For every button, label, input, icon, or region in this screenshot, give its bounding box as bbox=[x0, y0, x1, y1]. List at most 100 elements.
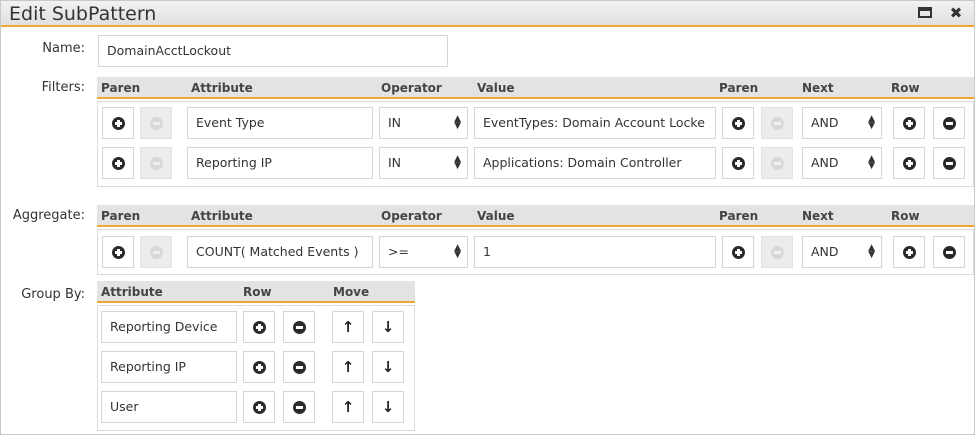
minus-circle-icon bbox=[771, 246, 784, 259]
filters-header-operator: Operator bbox=[381, 81, 442, 95]
aggregate-row-1-next-value: AND bbox=[811, 244, 839, 259]
aggregate-row-1-paren-open-button[interactable] bbox=[102, 236, 134, 268]
group-by-header-row: Row bbox=[243, 285, 272, 299]
minus-circle-icon bbox=[293, 401, 306, 414]
aggregate-label: Aggregate: bbox=[12, 208, 85, 223]
edit-subpattern-dialog: Edit SubPattern ✖ Name: DomainAcctLockou… bbox=[0, 0, 975, 435]
name-input[interactable]: DomainAcctLockout bbox=[98, 35, 448, 67]
plus-circle-icon bbox=[903, 246, 916, 259]
aggregate-row-1-remove-row-button[interactable] bbox=[933, 236, 965, 268]
group-by-row-2-add-button[interactable] bbox=[243, 351, 275, 383]
filter-row-1-add-row-button[interactable] bbox=[893, 107, 925, 139]
group-by-row-2-attribute[interactable]: Reporting IP bbox=[101, 351, 237, 383]
plus-circle-icon bbox=[732, 157, 745, 170]
filter-row-1-next-value: AND bbox=[811, 115, 839, 130]
arrow-up-icon: ↑ bbox=[341, 358, 355, 376]
aggregate-row-1-operator-select[interactable]: >= ▲ ▼ bbox=[379, 236, 468, 268]
dialog-titlebar[interactable]: Edit SubPattern ✖ bbox=[1, 1, 974, 27]
filter-row-2-next-select[interactable]: AND ▲ ▼ bbox=[802, 147, 882, 179]
select-arrow-down: ▼ bbox=[454, 250, 461, 260]
group-by-row-2-move-down-button[interactable]: ↓ bbox=[372, 351, 404, 383]
filter-row-2-paren-close-remove-button bbox=[761, 147, 793, 179]
select-arrows-icon: ▲ ▼ bbox=[454, 148, 461, 178]
filter-row-1-remove-row-button[interactable] bbox=[933, 107, 965, 139]
plus-circle-icon bbox=[112, 246, 125, 259]
group-by-row-2-remove-button[interactable] bbox=[283, 351, 315, 383]
group-by-row-1-move-up-button[interactable]: ↑ bbox=[332, 311, 364, 343]
filters-header-row: Row bbox=[891, 81, 920, 95]
filter-row-1-attribute[interactable]: Event Type bbox=[187, 107, 373, 139]
plus-circle-icon bbox=[112, 117, 125, 130]
aggregate-header-value: Value bbox=[477, 209, 515, 223]
filter-row-1-paren-close-remove-button bbox=[761, 107, 793, 139]
aggregate-header-paren-close: Paren bbox=[719, 209, 759, 223]
aggregate-row-1-operator-value: >= bbox=[388, 244, 409, 259]
group-by-row-1-remove-button[interactable] bbox=[283, 311, 315, 343]
filter-row-1-value[interactable]: EventTypes: Domain Account Locke bbox=[474, 107, 716, 139]
filter-row-2-operator-select[interactable]: IN ▲ ▼ bbox=[379, 147, 468, 179]
group-by-row-1-move-down-button[interactable]: ↓ bbox=[372, 311, 404, 343]
minus-circle-icon bbox=[150, 117, 163, 130]
plus-circle-icon bbox=[903, 157, 916, 170]
minus-circle-icon bbox=[771, 157, 784, 170]
filter-row-2-paren-open-button[interactable] bbox=[102, 147, 134, 179]
select-arrows-icon: ▲ ▼ bbox=[868, 237, 875, 267]
group-by-row-3-add-button[interactable] bbox=[243, 391, 275, 423]
filter-row-2-attribute[interactable]: Reporting IP bbox=[187, 147, 373, 179]
group-by-row-2-move-up-button[interactable]: ↑ bbox=[332, 351, 364, 383]
filters-header: Paren Attribute Operator Value Paren Nex… bbox=[97, 77, 974, 99]
filters-label: Filters: bbox=[41, 80, 85, 95]
filter-row-1-paren-open-remove-button bbox=[140, 107, 172, 139]
plus-circle-icon bbox=[253, 321, 266, 334]
group-by-row-3-attribute[interactable]: User bbox=[101, 391, 237, 423]
filter-row-2-add-row-button[interactable] bbox=[893, 147, 925, 179]
filter-row-2-remove-row-button[interactable] bbox=[933, 147, 965, 179]
plus-circle-icon bbox=[253, 361, 266, 374]
aggregate-row-1-add-row-button[interactable] bbox=[893, 236, 925, 268]
minus-circle-icon bbox=[293, 321, 306, 334]
aggregate-row-1-next-select[interactable]: AND ▲ ▼ bbox=[802, 236, 882, 268]
group-by-label: Group By: bbox=[21, 287, 85, 302]
filter-row-2-paren-close-button[interactable] bbox=[722, 147, 754, 179]
filter-row-1-operator-select[interactable]: IN ▲ ▼ bbox=[379, 107, 468, 139]
arrow-up-icon: ↑ bbox=[341, 398, 355, 416]
filter-row-2-next-value: AND bbox=[811, 155, 839, 170]
group-by-row-3-move-up-button[interactable]: ↑ bbox=[332, 391, 364, 423]
minus-circle-icon bbox=[943, 117, 956, 130]
arrow-down-icon: ↓ bbox=[381, 318, 395, 336]
filters-header-attribute: Attribute bbox=[191, 81, 253, 95]
maximize-icon[interactable] bbox=[916, 5, 934, 21]
name-label: Name: bbox=[42, 41, 85, 56]
filters-header-paren-close: Paren bbox=[719, 81, 759, 95]
aggregate-header-attribute: Attribute bbox=[191, 209, 253, 223]
filter-row-1-paren-close-button[interactable] bbox=[722, 107, 754, 139]
minus-circle-icon bbox=[771, 117, 784, 130]
plus-circle-icon bbox=[253, 401, 266, 414]
arrow-down-icon: ↓ bbox=[381, 398, 395, 416]
group-by-row-3-remove-button[interactable] bbox=[283, 391, 315, 423]
aggregate-row-1-paren-open-remove-button bbox=[140, 236, 172, 268]
group-by-row-1-add-button[interactable] bbox=[243, 311, 275, 343]
dialog-title: Edit SubPattern bbox=[9, 3, 157, 25]
aggregate-header-next: Next bbox=[802, 209, 834, 223]
minus-circle-icon bbox=[293, 361, 306, 374]
aggregate-row-1-paren-close-remove-button bbox=[761, 236, 793, 268]
aggregate-header-paren-open: Paren bbox=[101, 209, 141, 223]
plus-circle-icon bbox=[732, 117, 745, 130]
filter-row-2-value[interactable]: Applications: Domain Controller bbox=[474, 147, 716, 179]
aggregate-row-1-paren-close-button[interactable] bbox=[722, 236, 754, 268]
select-arrow-down: ▼ bbox=[454, 161, 461, 171]
aggregate-row-1-value[interactable]: 1 bbox=[474, 236, 716, 268]
minus-circle-icon bbox=[150, 246, 163, 259]
plus-circle-icon bbox=[112, 157, 125, 170]
select-arrows-icon: ▲ ▼ bbox=[868, 148, 875, 178]
filter-row-1-paren-open-button[interactable] bbox=[102, 107, 134, 139]
filter-row-1-next-select[interactable]: AND ▲ ▼ bbox=[802, 107, 882, 139]
group-by-row-1-attribute[interactable]: Reporting Device bbox=[101, 311, 237, 343]
aggregate-row-1-attribute[interactable]: COUNT( Matched Events ) bbox=[187, 236, 373, 268]
minus-circle-icon bbox=[943, 157, 956, 170]
group-by-row-3-move-down-button[interactable]: ↓ bbox=[372, 391, 404, 423]
select-arrow-down: ▼ bbox=[454, 121, 461, 131]
close-icon[interactable]: ✖ bbox=[947, 5, 965, 21]
minus-circle-icon bbox=[943, 246, 956, 259]
